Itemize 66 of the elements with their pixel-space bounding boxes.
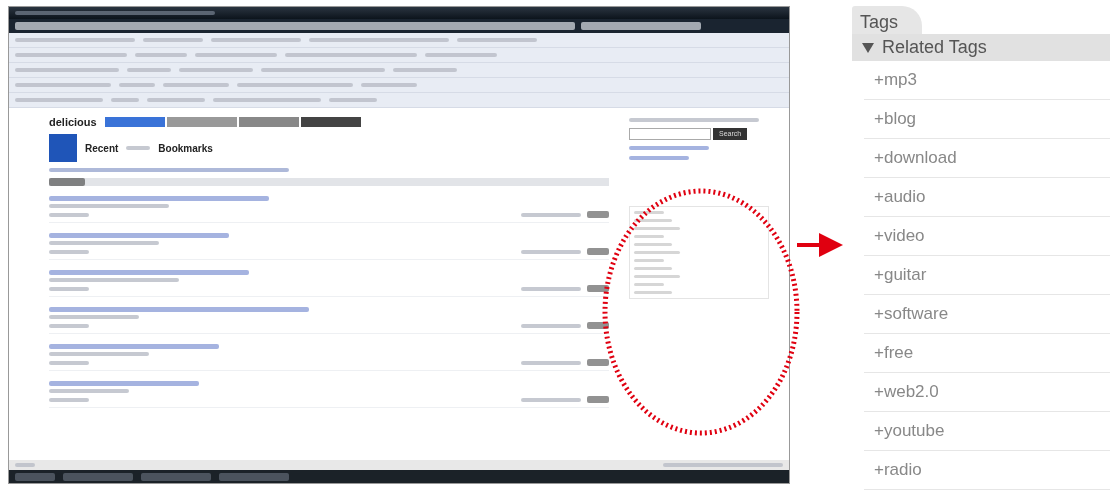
tag-link[interactable]: +guitar xyxy=(864,256,1110,295)
blurred-text xyxy=(147,98,205,102)
blurred-text xyxy=(587,322,609,329)
blurred-text xyxy=(521,249,581,254)
tag-link[interactable]: +video xyxy=(864,217,1110,256)
blurred-text xyxy=(329,98,377,102)
avatar-block xyxy=(49,134,77,162)
blurred-text xyxy=(629,156,689,160)
blurred-text xyxy=(15,472,55,481)
tag-link[interactable]: +free xyxy=(864,334,1110,373)
blurred-text xyxy=(141,472,211,481)
blurred-text xyxy=(49,286,89,291)
tag-link[interactable]: +mp3 xyxy=(864,61,1110,100)
blurred-text xyxy=(49,323,89,328)
blurred-text xyxy=(135,53,187,57)
blurred-text xyxy=(163,83,229,87)
tag-link[interactable]: +blog xyxy=(864,100,1110,139)
blurred-text xyxy=(634,211,664,214)
blurred-text xyxy=(143,38,203,42)
blurred-text xyxy=(15,463,35,467)
tag-link[interactable]: +radio xyxy=(864,451,1110,490)
site-logo: delicious xyxy=(49,116,97,128)
blurred-text xyxy=(361,83,417,87)
blurred-text xyxy=(634,219,672,222)
tag-link[interactable]: +audio xyxy=(864,178,1110,217)
blurred-text xyxy=(521,286,581,291)
tag-link[interactable]: +download xyxy=(864,139,1110,178)
blurred-text xyxy=(521,323,581,328)
blurred-text xyxy=(587,359,609,366)
page-heading: Recent xyxy=(85,142,119,154)
blurred-text xyxy=(634,243,672,246)
blurred-text xyxy=(219,472,289,481)
blurred-text xyxy=(587,285,609,292)
blurred-text xyxy=(587,396,609,403)
blurred-text xyxy=(521,212,581,217)
blurred-text xyxy=(111,98,139,102)
blurred-text xyxy=(634,227,680,230)
blurred-text xyxy=(119,83,155,87)
search-field[interactable] xyxy=(629,128,711,140)
blurred-text xyxy=(49,249,89,254)
blurred-text xyxy=(63,472,133,481)
blurred-text xyxy=(393,68,457,72)
blurred-text xyxy=(521,397,581,402)
related-tags-header[interactable]: Related Tags xyxy=(852,34,1110,61)
blurred-text xyxy=(634,267,672,270)
blurred-text xyxy=(634,275,680,278)
blurred-text xyxy=(49,360,89,365)
tag-link[interactable]: +web2.0 xyxy=(864,373,1110,412)
blurred-text xyxy=(587,211,609,218)
blurred-text xyxy=(127,68,171,72)
blurred-text xyxy=(634,235,664,238)
page-heading: Bookmarks xyxy=(158,142,213,154)
tag-link[interactable]: +software xyxy=(864,295,1110,334)
blurred-text xyxy=(634,259,664,262)
blurred-text xyxy=(634,291,672,294)
blurred-text xyxy=(634,283,664,286)
blurred-text xyxy=(49,397,89,402)
blurred-text xyxy=(521,360,581,365)
blurred-text xyxy=(49,178,85,186)
arrow-icon xyxy=(797,233,843,257)
blurred-text xyxy=(587,248,609,255)
blurred-text xyxy=(49,212,89,217)
blurred-text xyxy=(634,251,680,254)
tag-link[interactable]: +youtube xyxy=(864,412,1110,451)
blurred-text xyxy=(425,53,497,57)
blurred-text xyxy=(126,146,151,150)
